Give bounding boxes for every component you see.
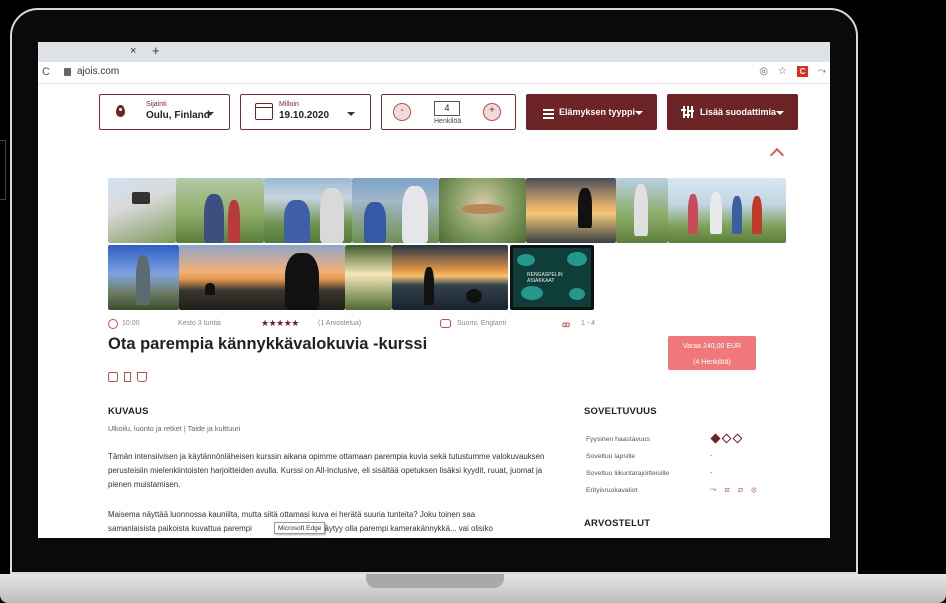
group-size: 1 - 4 (581, 320, 596, 327)
description-paragraph: Tämän intensiivisen ja käytännönläheisen… (108, 452, 545, 489)
suitability-heading: SOVELTUVUUS (584, 406, 657, 417)
book-price: Varaa 240,00 EUR (682, 343, 742, 350)
decrease-persons-button[interactable]: - (393, 103, 411, 121)
paragraph-line: Maisema näyttää luonnossa kauniilta, mut… (108, 510, 476, 519)
gallery-photo[interactable] (264, 178, 352, 243)
gallery-photo[interactable] (108, 178, 176, 243)
laptop-screen: × + C ajois.com ◎ ☆ C ⤳ Sijainti Oulu, F… (38, 42, 830, 538)
gallery-photo[interactable] (345, 245, 392, 310)
laptop-mockup: × + C ajois.com ◎ ☆ C ⤳ Sijainti Oulu, F… (0, 0, 946, 603)
url-text[interactable]: ajois.com (77, 66, 119, 77)
suitability-label: Fyysinen haastavuus (586, 436, 650, 443)
leaf-decoration (567, 252, 587, 266)
gallery-poster[interactable]: RENGASPELIN ASIAKKAAT (510, 245, 594, 310)
car-icon (108, 372, 118, 382)
included-icons (108, 372, 147, 382)
rating-stars: ★★★★★ (261, 318, 299, 328)
reading-list-icon[interactable]: ⤳ (818, 66, 826, 77)
chevron-down-icon (206, 112, 214, 116)
start-time: 10:00 (122, 320, 140, 327)
new-tab-button[interactable]: + (152, 43, 160, 58)
categories: Ulkoilu, luonto ja retket | Taide ja kul… (108, 424, 241, 433)
chevron-down-icon (635, 111, 643, 115)
gallery-photo[interactable] (616, 178, 668, 243)
suitability-label: Soveltuu liikuntarajoitteisille (586, 470, 670, 477)
suitability-value: - (710, 470, 713, 477)
clock-icon (108, 319, 118, 329)
laptop-notch (366, 574, 504, 588)
difficulty-diamond-filled (710, 433, 721, 444)
reviews-heading: ARVOSTELUT (584, 518, 651, 529)
leaf-decoration (521, 286, 543, 300)
experience-type-dropdown[interactable]: Elämyksen tyyppi (526, 94, 657, 130)
sliders-icon (681, 106, 694, 118)
leaf-decoration (569, 288, 585, 300)
paragraph-line: ellä täytyy olla parempi kamerakännykkä.… (307, 524, 493, 533)
description-paragraph-2: Maisema näyttää luonnossa kauniilta, mut… (108, 508, 568, 536)
background-device-edge (0, 140, 6, 200)
date-filter[interactable]: Milloin 19.10.2020 (240, 94, 371, 130)
gallery-photo[interactable] (352, 178, 439, 243)
book-persons: (4 Henkilöä) (693, 359, 731, 366)
chat-bubble-icon (440, 319, 451, 328)
gallery-photo[interactable] (108, 245, 179, 310)
gallery-photo[interactable] (176, 178, 264, 243)
address-bar[interactable]: C ajois.com ◎ ☆ C ⤳ (38, 62, 830, 84)
filter-bar: Sijainti Oulu, Finland Milloin 19.10.202… (38, 94, 830, 132)
tooltip: Microsoft Edge (274, 522, 326, 534)
gallery-photo[interactable] (526, 178, 616, 243)
location-pin-icon (116, 105, 125, 117)
languages: Suomi, Englanti (457, 320, 507, 327)
browser-tab-bar: × + (38, 42, 830, 62)
reload-icon[interactable]: C (42, 66, 50, 78)
gallery-photo[interactable] (392, 245, 508, 310)
cutlery-icon (124, 372, 131, 382)
collapse-chevron-up-icon[interactable] (769, 147, 785, 163)
more-filters-label: Lisää suodattimia (700, 107, 777, 117)
duration: Kesto 3 tuntia (178, 320, 221, 327)
extension-icon[interactable]: C (797, 66, 808, 77)
gallery-photo[interactable] (439, 178, 526, 243)
persons-count[interactable]: 4 (434, 101, 460, 116)
date-label: Milloin (279, 101, 299, 108)
experience-type-label: Elämyksen tyyppi (559, 107, 636, 117)
paragraph-line: samanlaisista paikoista kuvattua parempi (108, 524, 252, 533)
lock-icon (64, 68, 71, 76)
star-icon[interactable]: ☆ (778, 66, 787, 77)
tab-close-icon[interactable]: × (130, 45, 136, 57)
persons-label: Henkilöä (434, 118, 462, 125)
difficulty-diamond-empty (732, 433, 743, 444)
book-button[interactable]: Varaa 240,00 EUR (4 Henkilöä) (668, 336, 756, 370)
chevron-down-icon (347, 112, 355, 116)
increase-persons-button[interactable]: + (483, 103, 501, 121)
chevron-down-icon (776, 111, 784, 115)
eye-slash-icon[interactable]: ◎ (759, 66, 768, 77)
poster-text: RENGASPELIN ASIAKKAAT (527, 272, 563, 284)
group-icon: ꝏ (562, 320, 571, 329)
location-value: Oulu, Finland (146, 110, 210, 121)
date-value: 19.10.2020 (279, 110, 330, 121)
suitability-label: Soveltuu lapsille (586, 453, 636, 460)
gallery-photo[interactable] (668, 178, 786, 243)
rating-count[interactable]: (1 Arvostelua) (318, 320, 361, 327)
more-filters-dropdown[interactable]: Lisää suodattimia (667, 94, 798, 130)
difficulty-diamond-empty (721, 433, 732, 444)
suitability-value: - (710, 453, 713, 460)
menu-icon (543, 109, 554, 121)
diet-icons: ⤳ ⧄ ⧄ ⊗ (710, 485, 760, 494)
location-filter[interactable]: Sijainti Oulu, Finland (99, 94, 230, 130)
experience-title: Ota parempia kännykkävalokuvia -kurssi (108, 335, 428, 353)
persons-filter: - 4 Henkilöä + (381, 94, 516, 130)
gallery-photo[interactable] (179, 245, 345, 310)
leaf-decoration (517, 254, 535, 266)
description-heading: KUVAUS (108, 406, 149, 417)
suitability-label: Erityisruokavaliot (586, 487, 638, 494)
location-label: Sijainti (146, 101, 167, 108)
cup-icon (137, 372, 147, 382)
calendar-icon (255, 103, 273, 120)
address-bar-icons: ◎ ☆ C ⤳ (759, 66, 826, 77)
